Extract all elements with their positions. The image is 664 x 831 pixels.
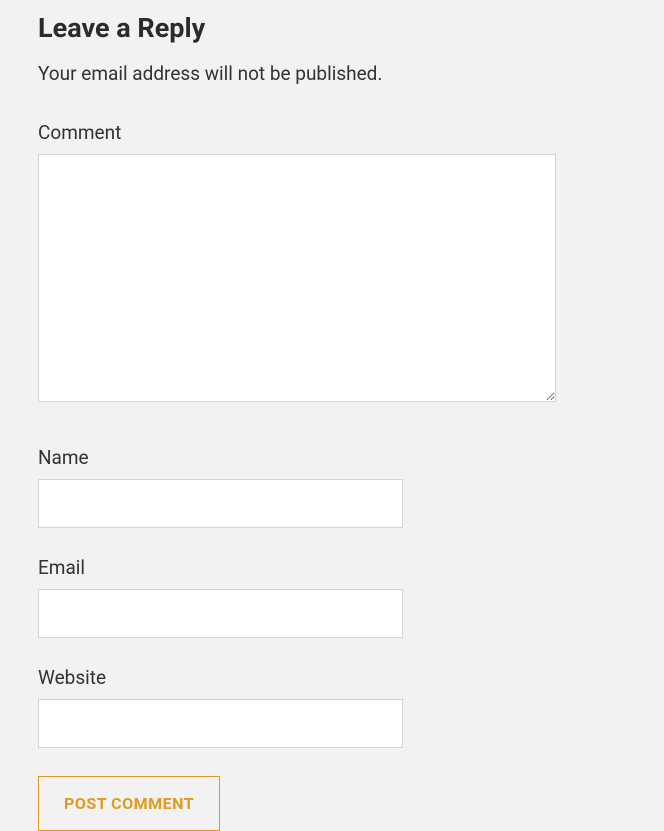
website-input[interactable] [38, 699, 403, 748]
email-field-group: Email [38, 556, 626, 638]
comment-label: Comment [38, 121, 626, 144]
name-input[interactable] [38, 479, 403, 528]
name-field-group: Name [38, 446, 626, 528]
post-comment-button[interactable]: POST COMMENT [38, 776, 220, 831]
page-title: Leave a Reply [38, 12, 626, 44]
comment-textarea[interactable] [38, 154, 556, 402]
website-field-group: Website [38, 666, 626, 748]
comment-field-group: Comment [38, 121, 626, 406]
name-label: Name [38, 446, 626, 469]
website-label: Website [38, 666, 626, 689]
email-label: Email [38, 556, 626, 579]
form-subtitle: Your email address will not be published… [38, 62, 626, 85]
email-input[interactable] [38, 589, 403, 638]
